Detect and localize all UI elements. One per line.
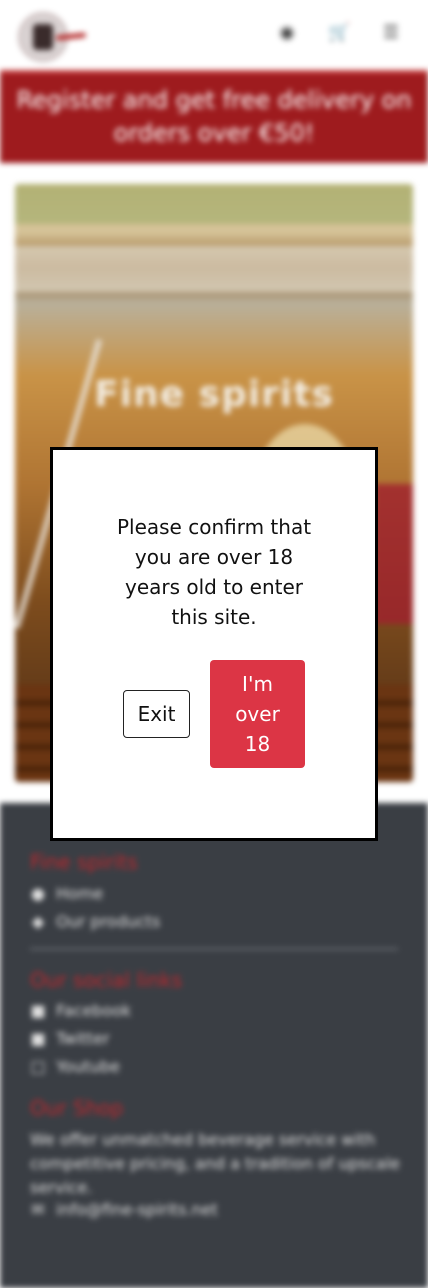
age-gate-overlay: Please confirm that you are over 18 year… xyxy=(0,0,428,1288)
age-confirmation-message: Please confirm that you are over 18 year… xyxy=(116,515,312,629)
exit-button[interactable]: Exit xyxy=(123,690,190,738)
age-confirmation-modal: Please confirm that you are over 18 year… xyxy=(50,447,378,841)
confirm-age-button[interactable]: I'm over 18 xyxy=(210,660,305,768)
